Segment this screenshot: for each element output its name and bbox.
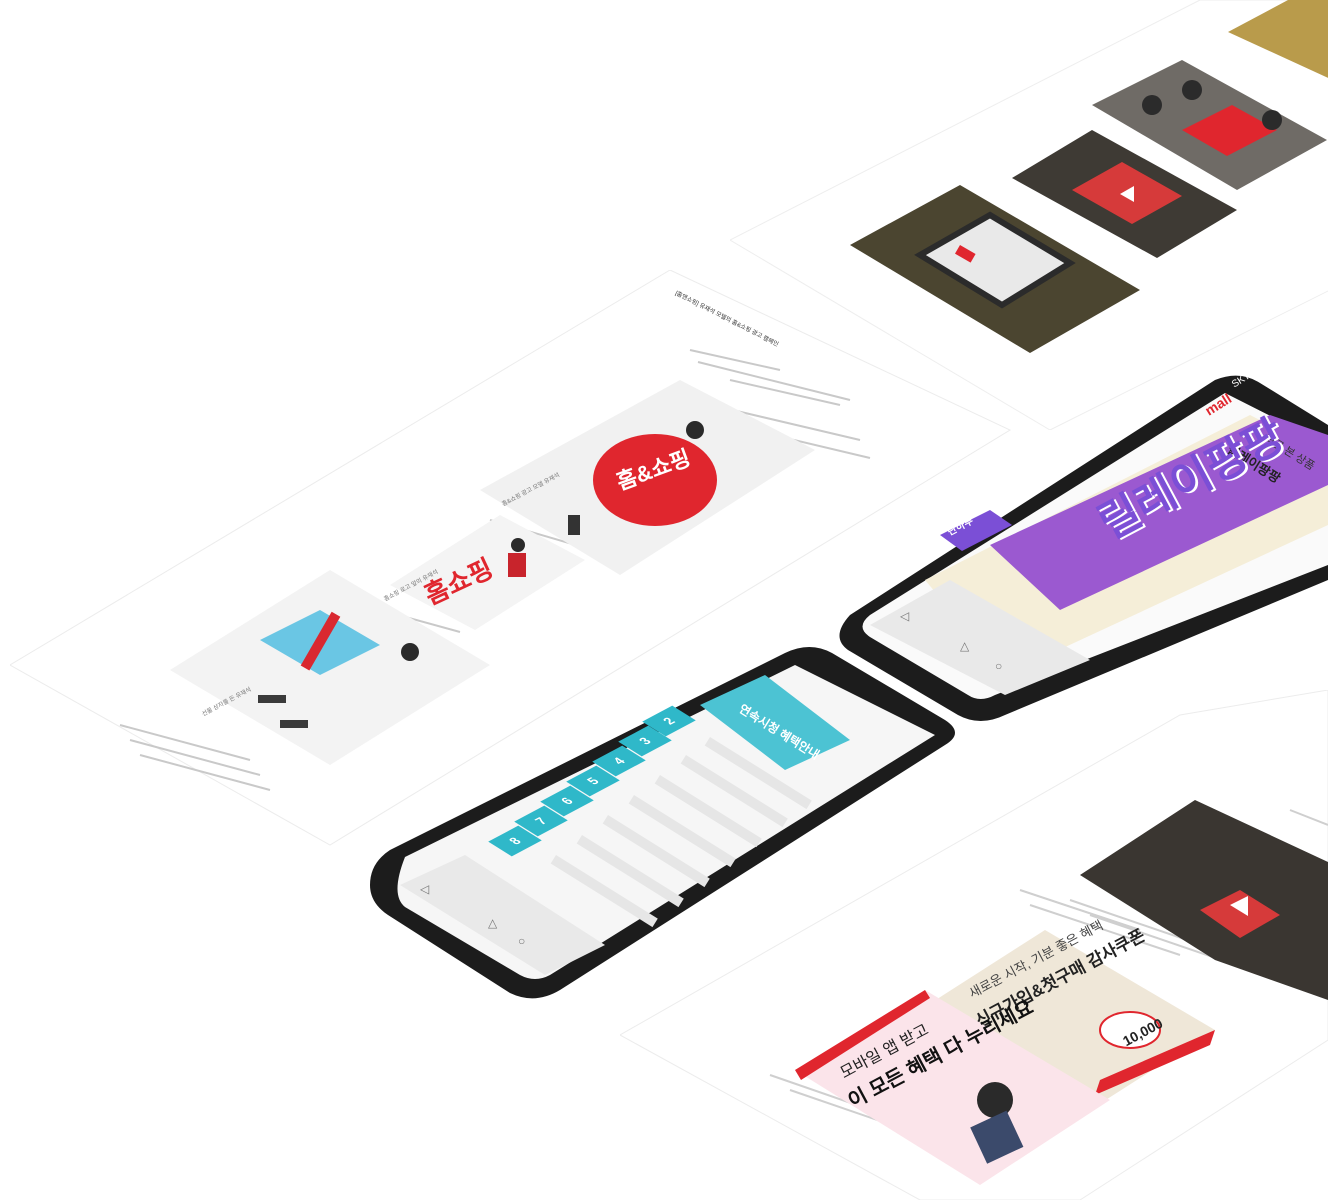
step-row-6: [576, 835, 684, 908]
step-row-3: [654, 775, 762, 848]
svg-text:○: ○: [995, 659, 1002, 673]
phone-left: ◁ △ ○ 연속시청 혜택안내 2 3 4 5 6 7 8: [370, 645, 960, 1005]
step-row-2: [680, 755, 788, 828]
step-row-7: [550, 855, 658, 928]
step-row-1: [704, 737, 812, 810]
step-num-5: 6: [557, 795, 577, 807]
step-num-3: 4: [609, 755, 629, 767]
mockup-stage: [홈앤쇼핑] 유재석 모델의 홈&쇼핑 광고 캠페인 홈&쇼핑 홈&쇼핑 광고 …: [0, 0, 1328, 1200]
step-row-4: [628, 795, 736, 868]
mobile-banner: [795, 990, 1110, 1185]
step-num-4: 5: [583, 775, 603, 787]
svg-text:△: △: [960, 639, 970, 653]
step-num-6: 7: [531, 815, 551, 827]
steps-list: 2 3 4 5 6 7 8: [370, 645, 960, 1005]
step-num-2: 3: [635, 735, 655, 747]
step-num-1: 2: [659, 715, 679, 727]
svg-text:◁: ◁: [899, 609, 909, 623]
step-num-7: 8: [505, 835, 525, 847]
step-row-5: [602, 815, 710, 888]
corner-photo: [1228, 0, 1328, 78]
